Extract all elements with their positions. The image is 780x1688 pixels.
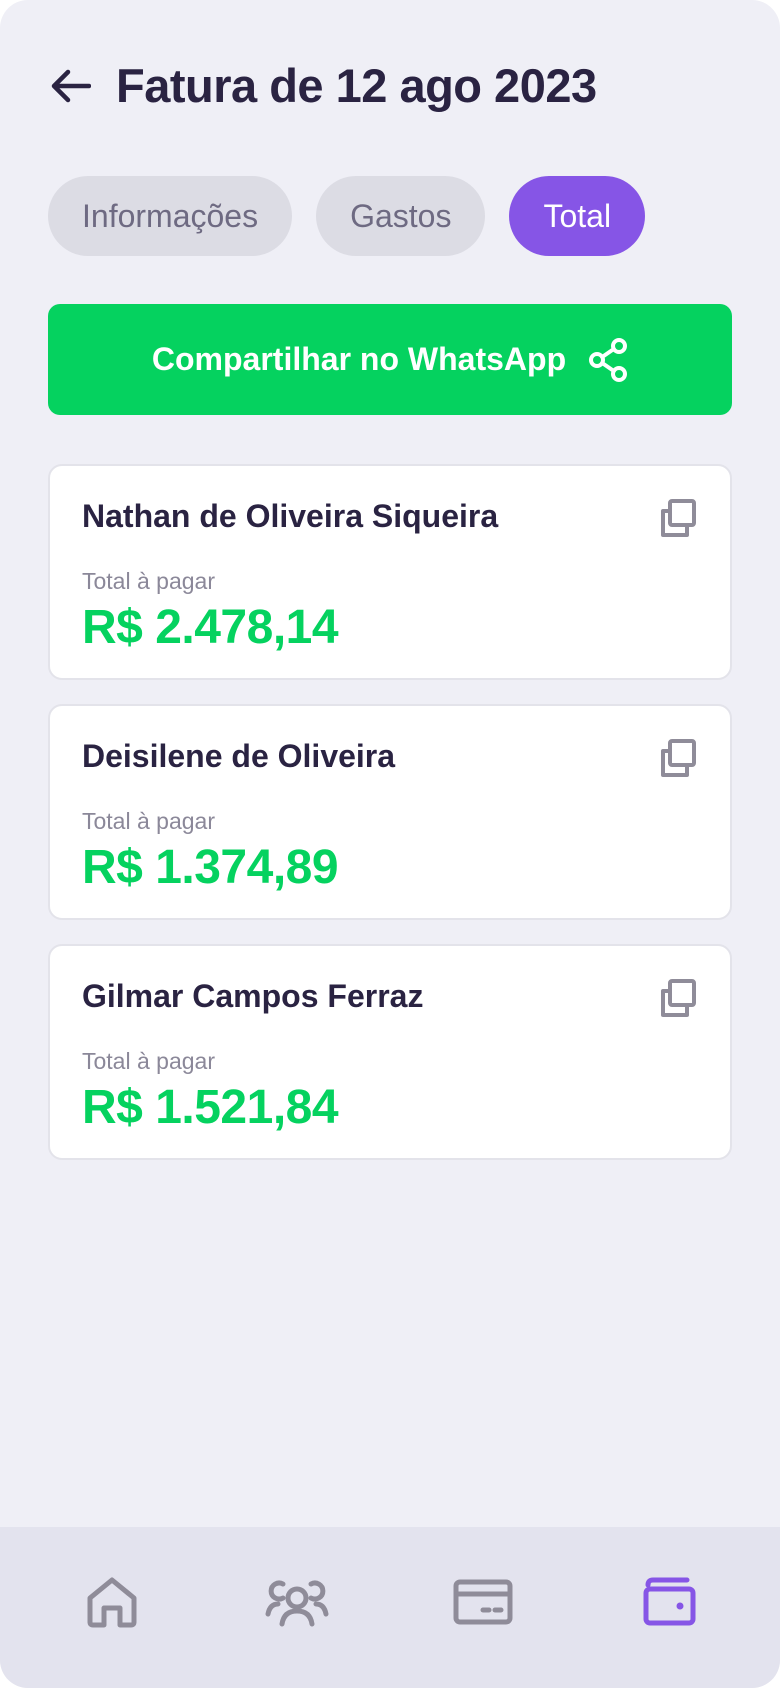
copy-icon (661, 979, 696, 1017)
bottom-nav (0, 1527, 780, 1688)
person-total-card: Nathan de Oliveira Siqueira Total à paga… (48, 464, 732, 680)
person-total-card: Gilmar Campos Ferraz Total à pagar R$ 1.… (48, 944, 732, 1160)
header: Fatura de 12 ago 2023 (48, 58, 597, 113)
tab-bar: Informações Gastos Total (48, 176, 646, 256)
card-icon (453, 1579, 513, 1625)
nav-wallet[interactable] (634, 1567, 704, 1637)
home-icon (87, 1577, 137, 1628)
person-name: Nathan de Oliveira Siqueira (82, 498, 499, 534)
copy-icon (661, 739, 696, 777)
tab-total[interactable]: Total (509, 176, 646, 256)
total-amount: R$ 1.374,89 (82, 841, 339, 894)
person-total-card: Deisilene de Oliveira Total à pagar R$ 1… (48, 704, 732, 920)
copy-button[interactable] (658, 978, 698, 1018)
page-title: Fatura de 12 ago 2023 (116, 59, 597, 112)
total-amount: R$ 2.478,14 (82, 601, 339, 654)
back-button[interactable] (48, 63, 94, 109)
total-label: Total à pagar (82, 808, 215, 834)
copy-button[interactable] (658, 738, 698, 778)
share-whatsapp-button[interactable]: Compartilhar no WhatsApp (48, 304, 732, 415)
person-name: Deisilene de Oliveira (82, 738, 396, 774)
people-icon (265, 1580, 329, 1627)
total-amount: R$ 1.521,84 (82, 1081, 339, 1134)
total-label: Total à pagar (82, 1048, 215, 1074)
nav-card[interactable] (448, 1567, 518, 1637)
arrow-left-icon (51, 69, 91, 102)
tab-gastos[interactable]: Gastos (316, 176, 486, 256)
tab-informacoes[interactable]: Informações (48, 176, 293, 256)
wallet-icon (643, 1577, 696, 1626)
copy-icon (661, 499, 696, 537)
share-icon (589, 337, 628, 382)
total-label: Total à pagar (82, 568, 215, 594)
copy-button[interactable] (658, 498, 698, 538)
invoice-screen: Fatura de 12 ago 2023 Informações Gastos… (0, 0, 780, 1688)
share-whatsapp-label: Compartilhar no WhatsApp (151, 341, 567, 377)
nav-home[interactable] (77, 1567, 147, 1637)
person-name: Gilmar Campos Ferraz (82, 978, 424, 1014)
nav-people[interactable] (262, 1567, 332, 1637)
